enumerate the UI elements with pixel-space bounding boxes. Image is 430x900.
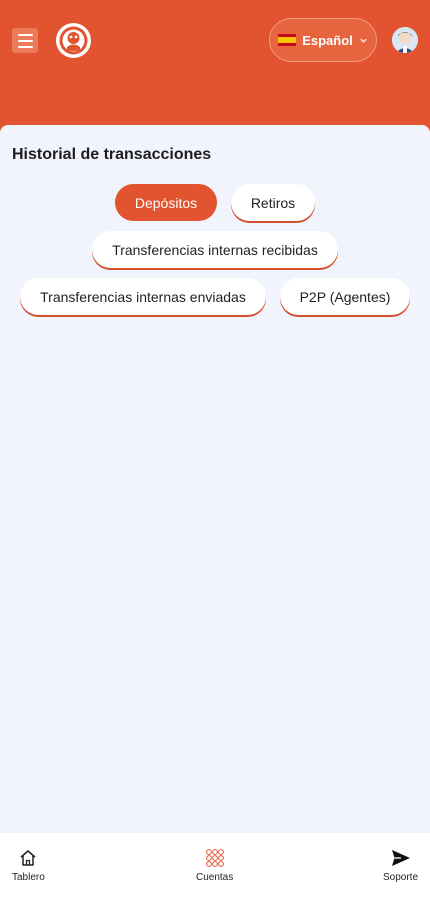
- tab-p2p-agentes[interactable]: P2P (Agentes): [280, 278, 410, 315]
- user-avatar[interactable]: [392, 27, 418, 53]
- transaction-history-panel: Historial de transacciones Depósitos Ret…: [0, 125, 430, 833]
- language-selector[interactable]: Español: [269, 18, 377, 62]
- send-icon: [391, 850, 410, 866]
- home-icon: [20, 850, 36, 866]
- chevron-down-icon: [360, 38, 367, 43]
- nav-item-label: Cuentas: [196, 872, 234, 883]
- hamburger-icon-line: [17, 45, 33, 48]
- hamburger-icon-line: [17, 33, 33, 36]
- nav-item-cuentas[interactable]: Cuentas: [196, 848, 233, 883]
- language-label: Español: [302, 32, 353, 48]
- app-header: Español: [0, 0, 430, 140]
- nav-item-soporte[interactable]: Soporte: [383, 848, 418, 883]
- tab-retiros[interactable]: Retiros: [231, 184, 315, 221]
- bottom-navigation: Tablero Cuentas Soporte: [0, 833, 430, 900]
- nav-item-tablero[interactable]: Tablero: [12, 848, 45, 883]
- page-title: Historial de transacciones: [12, 146, 212, 163]
- nav-item-label: Tablero: [12, 872, 45, 883]
- tab-depositos[interactable]: Depósitos: [115, 184, 217, 221]
- spain-flag-icon: [278, 34, 297, 46]
- menu-button[interactable]: [12, 28, 38, 53]
- brand-logo-icon: [59, 26, 88, 55]
- grid-icon: [205, 849, 224, 867]
- brand-logo[interactable]: [56, 23, 91, 58]
- hamburger-icon-line: [17, 39, 33, 42]
- tab-transferencias-recibidas[interactable]: Transferencias internas recibidas: [92, 231, 338, 268]
- user-avatar-icon: [392, 27, 418, 53]
- tab-transferencias-enviadas[interactable]: Transferencias internas enviadas: [20, 278, 266, 315]
- nav-item-label: Soporte: [383, 872, 419, 883]
